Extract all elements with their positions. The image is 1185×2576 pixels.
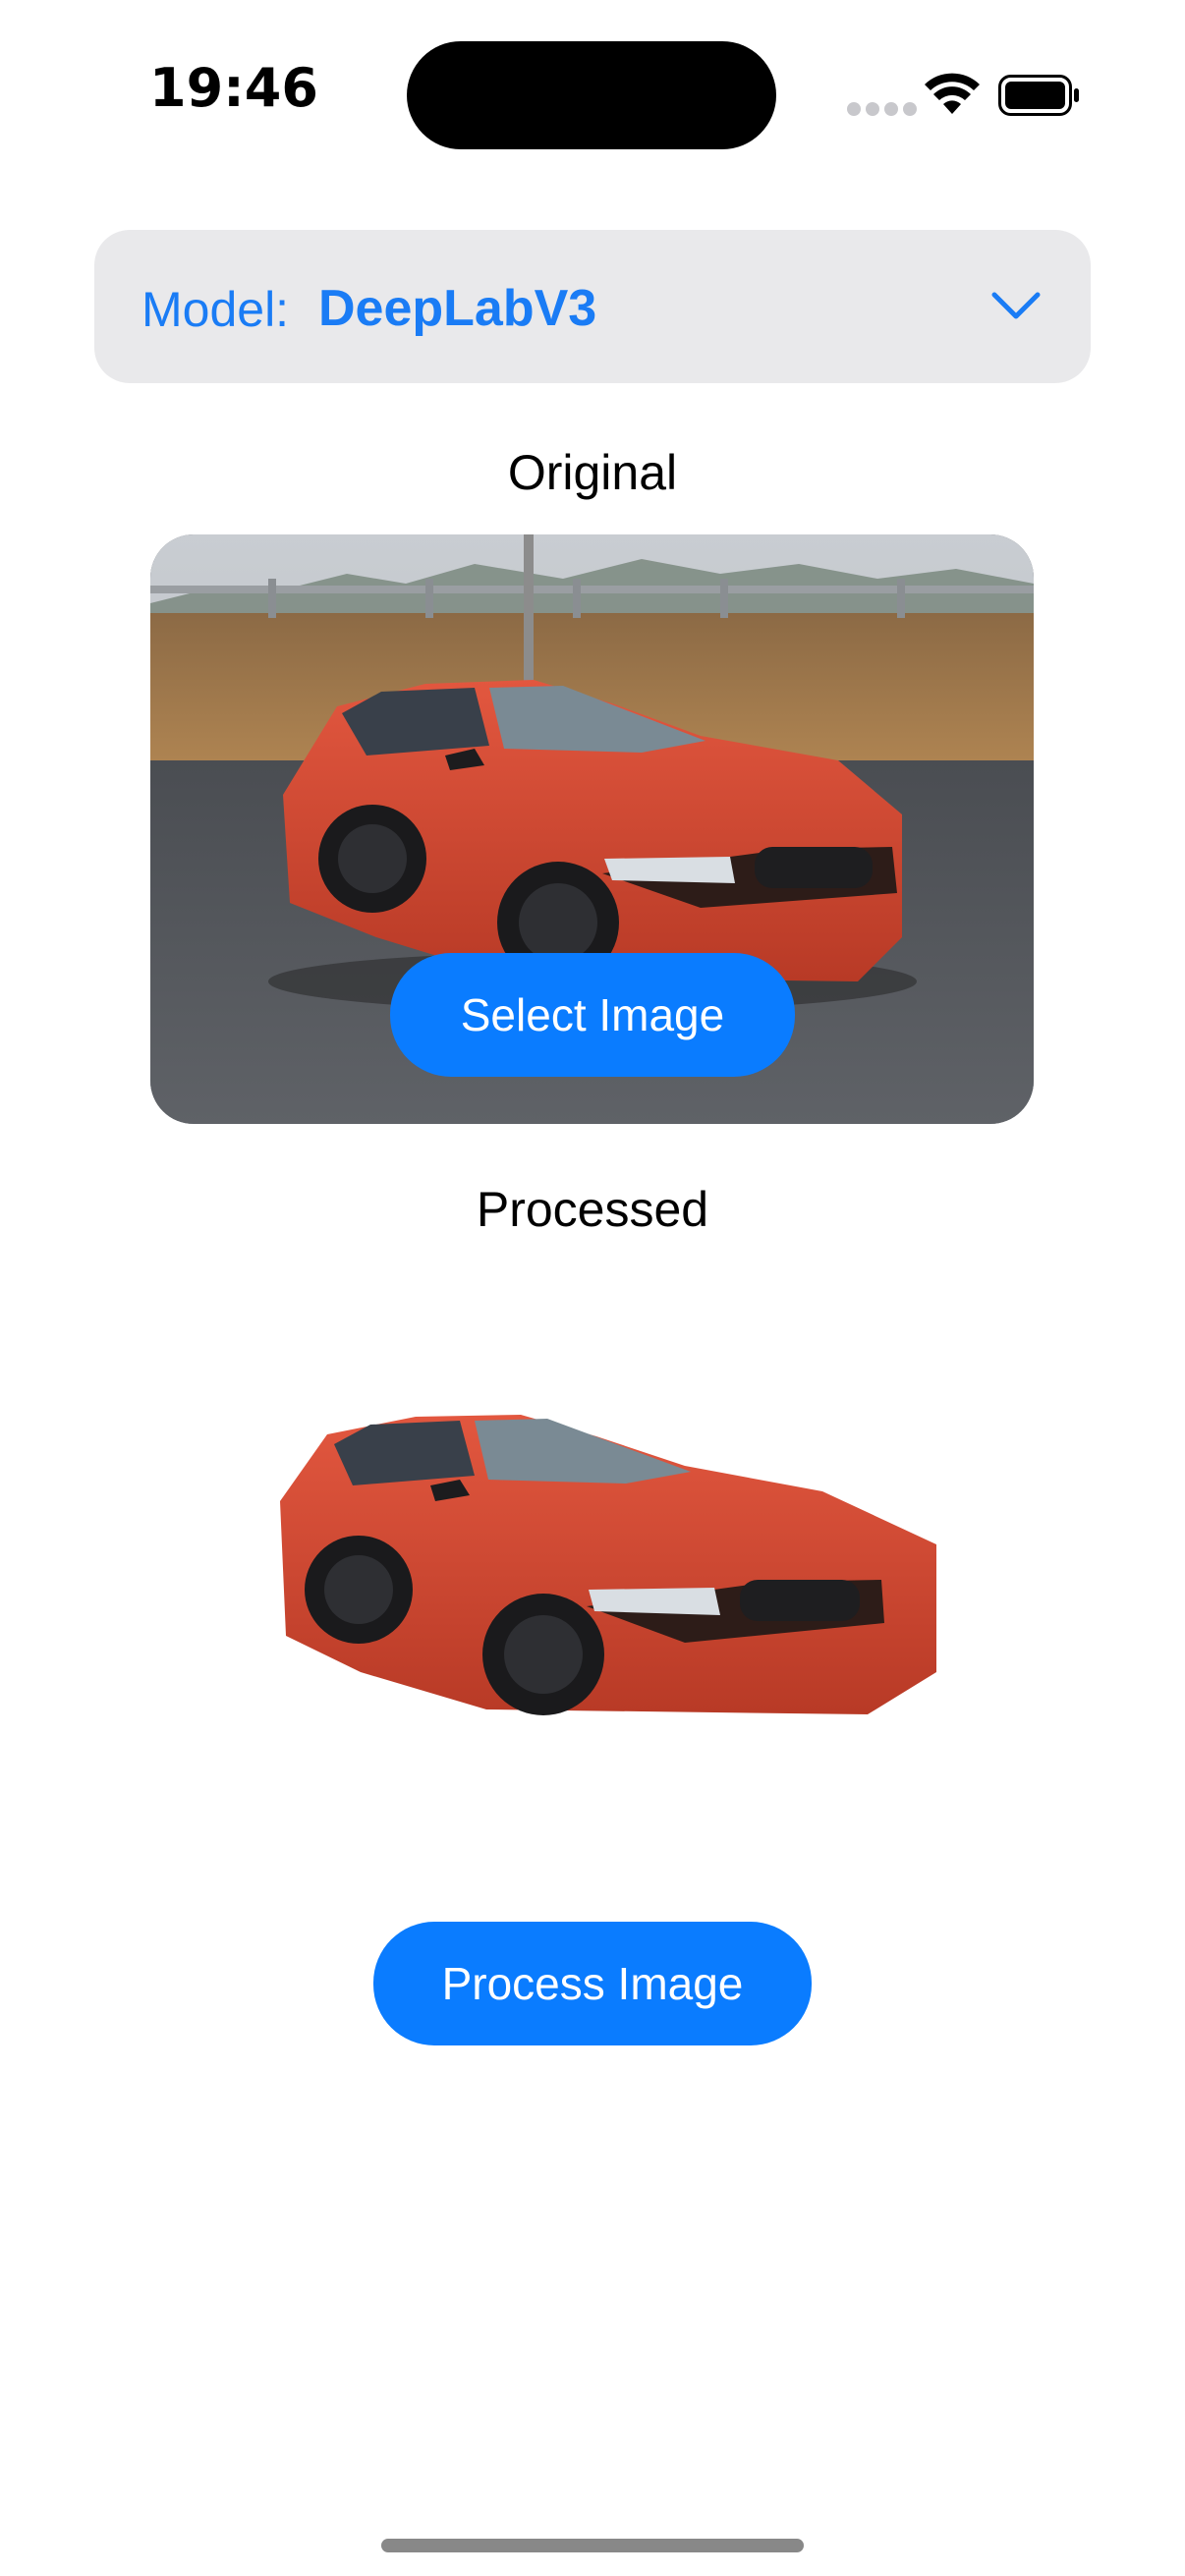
chevron-down-icon[interactable] <box>990 291 1042 325</box>
model-picker-value[interactable]: DeepLabV3 <box>318 279 596 338</box>
home-indicator[interactable] <box>381 2539 804 2552</box>
battery-icon <box>998 75 1081 121</box>
model-picker-label: Model: <box>141 282 290 337</box>
processed-image <box>280 1415 940 1759</box>
status-time: 19:46 <box>149 57 318 119</box>
select-image-button[interactable]: Select Image <box>390 953 795 1077</box>
cellular-dots-icon <box>847 102 922 121</box>
dynamic-island <box>407 41 776 149</box>
process-image-button[interactable]: Process Image <box>373 1922 812 2045</box>
wifi-icon <box>924 73 981 121</box>
processed-title: Processed <box>476 1182 709 1237</box>
original-title: Original <box>507 445 678 500</box>
